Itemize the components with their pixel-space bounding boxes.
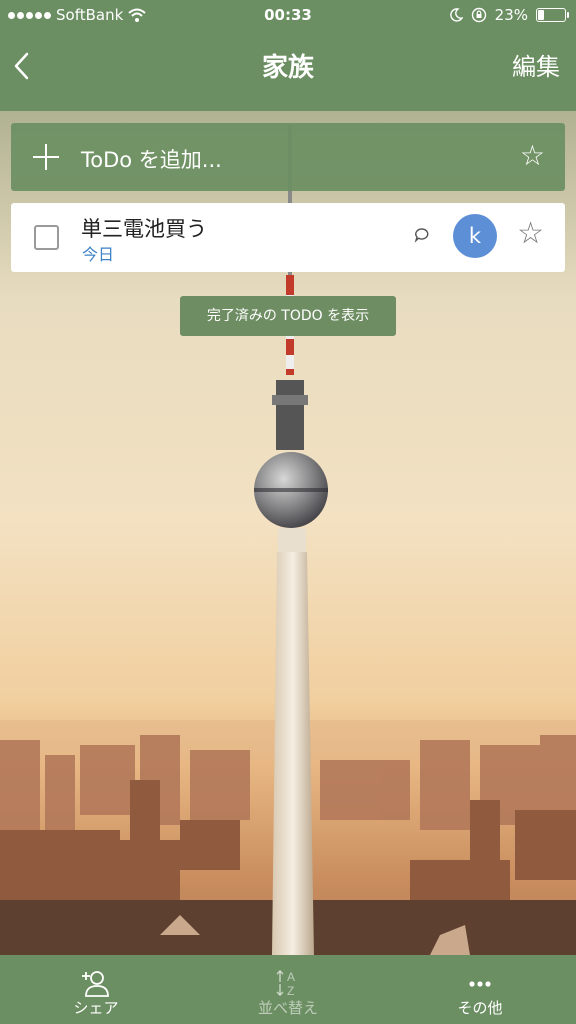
more-label: その他 xyxy=(457,999,503,1017)
page-title: 家族 xyxy=(261,53,314,83)
rotation-lock-icon xyxy=(471,7,486,23)
star-outline-icon[interactable]: ☆ xyxy=(517,219,544,249)
show-completed-button[interactable]: 完了済みの TODO を表示 xyxy=(180,296,396,336)
status-right: 23% xyxy=(449,6,569,24)
status-bar: SoftBank 00:33 23% xyxy=(0,0,576,30)
plus-icon[interactable] xyxy=(33,144,59,170)
battery-icon xyxy=(536,8,569,22)
star-outline-icon[interactable]: ☆ xyxy=(520,142,545,170)
task-checkbox[interactable] xyxy=(34,225,59,250)
sort-label: 並べ替え xyxy=(257,999,318,1017)
svg-text:Z: Z xyxy=(287,984,294,997)
comment-icon xyxy=(414,228,429,243)
svg-text:A: A xyxy=(287,970,295,984)
battery-level xyxy=(538,10,545,20)
edit-button[interactable]: 編集 xyxy=(512,47,560,82)
sort-button[interactable]: A Z 並べ替え xyxy=(208,955,368,1024)
moon-icon xyxy=(449,8,463,22)
bottom-toolbar: シェア A Z 並べ替え その他 xyxy=(0,955,576,1024)
share-label: シェア xyxy=(73,999,119,1017)
battery-percent: 23% xyxy=(494,6,528,24)
share-button[interactable]: シェア xyxy=(16,955,176,1024)
add-todo-input[interactable]: ToDo を追加... ☆ xyxy=(11,123,565,191)
avatar[interactable]: k xyxy=(453,214,497,258)
add-todo-placeholder: ToDo を追加... xyxy=(81,148,222,172)
add-person-icon xyxy=(82,971,109,997)
sort-az-icon: A Z xyxy=(276,969,295,997)
task-title: 単三電池買う xyxy=(81,217,207,241)
more-button[interactable]: その他 xyxy=(400,955,560,1024)
task-due-date: 今日 xyxy=(82,245,115,264)
more-dots-icon xyxy=(469,981,491,987)
